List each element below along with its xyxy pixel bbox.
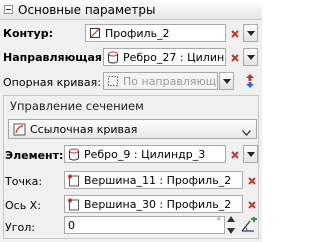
reference-curve-dropdown-icon[interactable]	[219, 72, 234, 90]
contour-clear-icon[interactable]	[227, 26, 242, 41]
reference-curve-field[interactable]: По направляющей	[103, 72, 218, 90]
curve-icon	[107, 75, 119, 87]
section-type-value: Ссылочная кривая	[30, 122, 138, 136]
element-dropdown-icon[interactable]	[243, 145, 258, 163]
vertex-icon	[68, 198, 80, 211]
reference-curve-value: По направляющей	[123, 74, 217, 88]
guide-field[interactable]: Ребро_27 : Цилин	[103, 48, 226, 66]
point-field[interactable]: Вершина_11 : Профиль_2	[64, 171, 243, 189]
contour-value: Профиль_2	[105, 26, 170, 40]
element-clear-icon[interactable]	[227, 147, 242, 162]
axis-x-clear-icon[interactable]	[244, 197, 259, 212]
guide-clear-icon[interactable]	[227, 50, 242, 65]
element-value: Ребро_9 : Цилиндр_3	[84, 147, 206, 161]
contour-field[interactable]: Профиль_2	[85, 24, 226, 42]
chevron-down-icon	[242, 126, 251, 139]
profile-icon	[89, 27, 101, 39]
angle-stepper[interactable]	[226, 216, 236, 234]
contour-label: Контур:	[3, 27, 53, 40]
reference-curve-icon	[13, 123, 26, 136]
vertex-icon	[68, 174, 80, 187]
contour-dropdown-icon[interactable]	[243, 24, 258, 42]
section-control-title: Управление сечением	[10, 99, 144, 113]
stepper-up-icon[interactable]	[227, 216, 235, 222]
angle-add-icon[interactable]	[239, 216, 259, 234]
section-title: Основные параметры	[18, 3, 156, 17]
axis-x-value: Вершина_30 : Профиль_2	[84, 197, 232, 211]
element-label: Элемент:	[5, 149, 64, 162]
swap-direction-icon[interactable]	[241, 73, 259, 89]
angle-value: 0	[68, 218, 75, 232]
reference-curve-label: Опорная кривая:	[3, 76, 101, 89]
stepper-down-icon[interactable]	[227, 228, 235, 234]
guide-label: Направляющая:	[3, 51, 107, 64]
edge-icon	[68, 148, 80, 161]
section-header[interactable]: Основные параметры	[0, 0, 262, 20]
angle-unit: °	[216, 217, 222, 227]
angle-input[interactable]: 0 °	[64, 216, 225, 234]
element-field[interactable]: Ребро_9 : Цилиндр_3	[64, 145, 226, 163]
axis-x-field[interactable]: Вершина_30 : Профиль_2	[64, 195, 243, 213]
guide-value: Ребро_27 : Цилин	[123, 50, 225, 64]
parameters-panel: Основные параметры Контур: Профиль_2 Нап…	[0, 0, 262, 242]
angle-label: Угол:	[5, 221, 35, 234]
collapse-icon[interactable]	[4, 5, 13, 14]
guide-dropdown-icon[interactable]	[243, 48, 258, 66]
axis-x-label: Ось X:	[5, 199, 41, 212]
point-value: Вершина_11 : Профиль_2	[84, 173, 232, 187]
edge-icon	[107, 51, 119, 64]
point-clear-icon[interactable]	[244, 173, 259, 188]
point-label: Точка:	[5, 175, 43, 188]
section-type-select[interactable]: Ссылочная кривая	[8, 119, 257, 139]
